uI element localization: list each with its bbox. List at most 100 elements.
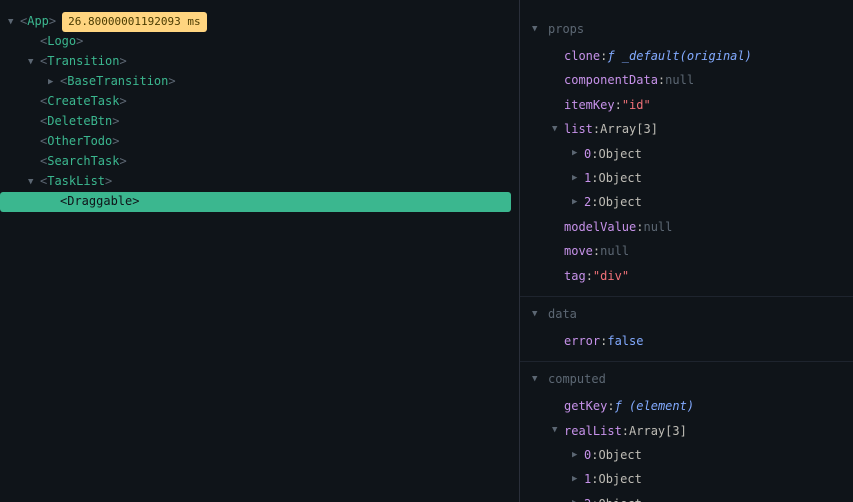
colon: :	[615, 95, 622, 115]
prop-value: Object	[598, 469, 641, 489]
component-name: Transition	[47, 52, 119, 71]
prop-row[interactable]: ▶2: Object	[532, 190, 841, 214]
section-data: ▼ data error: false	[520, 297, 853, 362]
colon: :	[593, 241, 600, 261]
prop-key: 1	[584, 168, 591, 188]
toggle-icon[interactable]: ▼	[532, 24, 544, 34]
tree-node-tasklist[interactable]: ▼<TaskList>	[0, 172, 519, 192]
component-name: TaskList	[47, 172, 105, 191]
colon: :	[591, 168, 598, 188]
prop-value: Array[3]	[629, 421, 687, 441]
bracket-open: <	[40, 52, 47, 71]
prop-value: Object	[598, 168, 641, 188]
tree-node-logo[interactable]: <Logo>	[0, 32, 519, 52]
toggle-icon[interactable]: ▼	[28, 175, 40, 189]
prop-key: 0	[584, 144, 591, 164]
section-header-props[interactable]: ▼props	[532, 20, 841, 38]
colon: :	[591, 445, 598, 465]
prop-row[interactable]: ▶0: Object	[532, 443, 841, 467]
toggle-icon[interactable]: ▼	[532, 374, 544, 384]
prop-key: modelValue	[564, 217, 636, 237]
colon: :	[607, 396, 614, 416]
prop-row[interactable]: ▶1: Object	[532, 467, 841, 491]
section-header-data[interactable]: ▼ data	[532, 305, 841, 323]
toggle-icon[interactable]: ▶	[572, 171, 584, 186]
prop-row[interactable]: ▶1: Object	[532, 166, 841, 190]
colon: :	[591, 469, 598, 489]
toggle-icon[interactable]: ▼	[28, 55, 40, 69]
prop-row[interactable]: ▼realList: Array[3]	[532, 419, 841, 443]
prop-key: realList	[564, 421, 622, 441]
toggle-icon[interactable]: ▼	[552, 423, 564, 438]
toggle-icon[interactable]: ▼	[532, 309, 544, 319]
section-props: ▼props clone: ƒ _default(original)compone…	[520, 12, 853, 297]
prop-key: getKey	[564, 396, 607, 416]
tree-node-othertodo[interactable]: <OtherTodo>	[0, 132, 519, 152]
bracket-close: >	[119, 152, 126, 171]
prop-row[interactable]: error: false	[532, 329, 841, 353]
toggle-icon[interactable]: ▶	[572, 496, 584, 502]
bracket-close: >	[112, 132, 119, 151]
prop-row[interactable]: componentData: null	[532, 68, 841, 92]
section-header-computed[interactable]: ▼computed	[532, 370, 841, 388]
tree-node-transition[interactable]: ▼<Transition>	[0, 52, 519, 72]
section-title: data	[548, 307, 577, 321]
prop-key: list	[564, 119, 593, 139]
bracket-open: <	[20, 12, 27, 31]
component-name: Logo	[47, 32, 76, 51]
bracket-close: >	[112, 112, 119, 131]
tree-node-app[interactable]: ▼<App>26.80000001192093 ms	[0, 12, 519, 32]
prop-row[interactable]: modelValue: null	[532, 215, 841, 239]
tree-node-searchtask[interactable]: <SearchTask>	[0, 152, 519, 172]
prop-row[interactable]: tag: "div"	[532, 264, 841, 288]
prop-value: Object	[598, 494, 641, 502]
toggle-icon[interactable]: ▶	[572, 146, 584, 161]
component-name: SearchTask	[47, 152, 119, 171]
tree-node-basetransition[interactable]: ▶<BaseTransition>	[0, 72, 519, 92]
toggle-icon[interactable]: ▶	[572, 472, 584, 487]
prop-key: clone	[564, 46, 600, 66]
colon: :	[622, 421, 629, 441]
component-name: BaseTransition	[67, 72, 168, 91]
bracket-open: <	[40, 92, 47, 111]
bracket-close: >	[119, 92, 126, 111]
bracket-open: <	[40, 32, 47, 51]
toggle-icon[interactable]: ▼	[552, 122, 564, 137]
prop-row[interactable]: ▼list: Array[3]	[532, 117, 841, 141]
prop-value: null	[600, 241, 629, 261]
prop-value: null	[643, 217, 672, 237]
bracket-open: <	[40, 112, 47, 131]
prop-key: 2	[584, 192, 591, 212]
prop-row[interactable]: ▶0: Object	[532, 142, 841, 166]
colon: :	[586, 266, 593, 286]
prop-value: Object	[598, 144, 641, 164]
tree-node-createtask[interactable]: <CreateTask>	[0, 92, 519, 112]
prop-row[interactable]: getKey: ƒ (element)	[532, 394, 841, 418]
toggle-icon[interactable]: ▼	[8, 15, 20, 29]
bracket-close: >	[105, 172, 112, 191]
toggle-icon[interactable]: ▶	[572, 195, 584, 210]
toggle-icon[interactable]: ▶	[48, 75, 60, 89]
prop-key: componentData	[564, 70, 658, 90]
prop-value: Object	[598, 192, 641, 212]
prop-row[interactable]: itemKey: "id"	[532, 93, 841, 117]
prop-row[interactable]: move: null	[532, 239, 841, 263]
prop-key: 0	[584, 445, 591, 465]
bracket-open: <	[40, 172, 47, 191]
timing-badge: 26.80000001192093 ms	[62, 12, 206, 32]
prop-value: "div"	[593, 266, 629, 286]
colon: :	[600, 46, 607, 66]
bracket-open: <	[40, 152, 47, 171]
prop-value: Array[3]	[600, 119, 658, 139]
prop-row[interactable]: ▶2: Object	[532, 492, 841, 502]
toggle-icon[interactable]: ▶	[572, 448, 584, 463]
prop-value: "id"	[622, 95, 651, 115]
prop-key: itemKey	[564, 95, 615, 115]
component-tree-panel: ▼<App>26.80000001192093 ms<Logo>▼<Transi…	[0, 0, 520, 502]
colon: :	[593, 119, 600, 139]
tree-node-deletebtn[interactable]: <DeleteBtn>	[0, 112, 519, 132]
prop-row[interactable]: clone: ƒ _default(original)	[532, 44, 841, 68]
colon: :	[636, 217, 643, 237]
tree-node-draggable[interactable]: <Draggable>	[0, 192, 511, 212]
prop-key: move	[564, 241, 593, 261]
